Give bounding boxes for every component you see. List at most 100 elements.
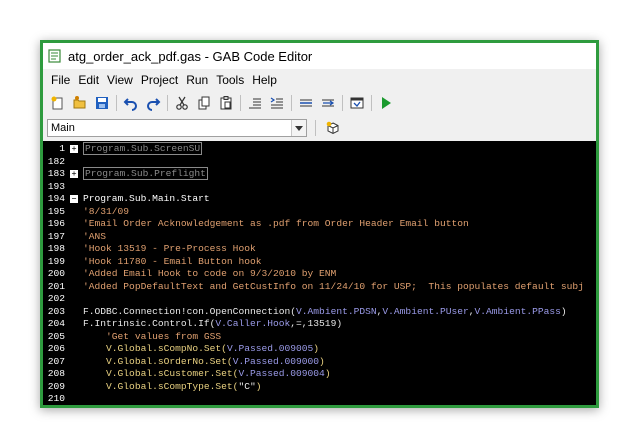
line-number: 208 [47, 368, 65, 379]
code-text: 'Hook 13519 - Pre-Process Hook [83, 243, 256, 256]
line-number: 183 [47, 168, 65, 179]
add-procedure-button[interactable] [322, 118, 344, 138]
code-text: Program.Sub.Preflight [83, 167, 208, 181]
line-number: 205 [47, 330, 65, 342]
window-title: atg_order_ack_pdf.gas - GAB Code Editor [68, 48, 313, 64]
code-line[interactable]: 193 [43, 181, 596, 194]
code-line[interactable]: 199 'Hook 11780 - Email Button hook [43, 256, 596, 269]
code-token: V.Global.sCompType.Set( [83, 380, 239, 392]
code-line[interactable]: 196 'Email Order Acknowledgement as .pdf … [43, 218, 596, 231]
menu-help[interactable]: Help [248, 73, 281, 87]
menu-view[interactable]: View [103, 73, 137, 87]
code-line[interactable]: 207 V.Global.sOrderNo.Set(V.Passed.00900… [43, 356, 596, 369]
code-token: 'Added Email Hook to code on 9/3/2010 by… [83, 268, 337, 279]
menu-run[interactable]: Run [182, 73, 212, 87]
menu-tools[interactable]: Tools [212, 73, 248, 87]
code-line[interactable]: 194− Program.Sub.Main.Start [43, 193, 596, 206]
code-token: 'Get values from GSS [83, 330, 222, 342]
code-editor[interactable]: 1 + Program.Sub.ScreenSU 182 183 + Program.Sub… [43, 141, 596, 405]
code-text: 'Added Email Hook to code on 9/3/2010 by… [83, 268, 336, 281]
code-line[interactable]: 210 [43, 393, 596, 405]
code-line[interactable]: 1 + Program.Sub.ScreenSU [43, 142, 596, 156]
code-text: V.Global.sCompType.Set("C") [83, 380, 261, 394]
code-line[interactable]: 201 'Added PopDefaultText and GetCustInfo… [43, 281, 596, 294]
open-icon [73, 96, 86, 109]
line-number: 1 [59, 143, 65, 154]
undo-icon [123, 98, 137, 111]
toolbar-separator [167, 95, 168, 111]
code-token: V.Ambient.PUser [382, 305, 469, 317]
line-number: 195 [47, 205, 65, 217]
code-text: V.Global.sOrderNo.Set(V.Passed.009000) [83, 356, 325, 369]
properties-button[interactable] [346, 93, 368, 113]
open-button[interactable] [69, 93, 91, 113]
line-number: 197 [47, 230, 65, 242]
code-line[interactable]: 200 'Added Email Hook to code on 9/3/2010… [43, 268, 596, 281]
menu-edit[interactable]: Edit [74, 73, 103, 87]
undo-button[interactable] [120, 93, 142, 113]
code-line[interactable]: 205 'Get values from GSS [43, 331, 596, 344]
redo-button[interactable] [142, 93, 164, 113]
uncomment-button[interactable] [317, 93, 339, 113]
toolbar-separator [240, 95, 241, 111]
menu-project[interactable]: Project [137, 73, 182, 87]
code-text: 'Email Order Acknowledgement as .pdf fro… [83, 218, 469, 231]
code-token: V.Passed.009004 [238, 368, 325, 379]
code-line[interactable]: 198 'Hook 13519 - Pre-Process Hook [43, 243, 596, 256]
code-token: ,=,13519) [290, 318, 343, 329]
line-number: 196 [47, 218, 65, 229]
code-line[interactable]: 204 F.Intrinsic.Control.If(V.Caller.Hook,… [43, 318, 596, 331]
outdent-button[interactable] [244, 93, 266, 113]
paste-button[interactable] [215, 93, 237, 113]
line-number: 204 [47, 318, 65, 329]
procedure-select[interactable]: Main [47, 119, 307, 137]
menu-file[interactable]: File [47, 73, 74, 87]
code-token: ) [319, 355, 325, 367]
code-token: F.ODBC.Connection!con.OpenConnection( [83, 305, 297, 317]
code-text: '8/31/09 [83, 206, 129, 219]
new-button[interactable] [47, 93, 69, 113]
line-number: 200 [47, 268, 65, 279]
redo-icon [147, 98, 161, 111]
code-token: "C" [238, 380, 256, 392]
save-button[interactable] [91, 93, 113, 113]
code-token: 'Email Order Acknowledgement as .pdf fro… [83, 218, 469, 229]
code-text: V.Global.sCustomer.Set(V.Passed.009004) [83, 368, 331, 381]
code-line[interactable]: 206 V.Global.sCompNo.Set(V.Passed.009005… [43, 343, 596, 356]
code-token: ) [324, 368, 331, 379]
code-line[interactable]: 202 [43, 293, 596, 306]
code-line[interactable]: 203 F.ODBC.Connection!con.OpenConnection(… [43, 306, 596, 319]
cube-add-icon [326, 121, 339, 135]
new-icon [51, 96, 63, 110]
line-number: 206 [47, 343, 65, 354]
line-number: 209 [47, 380, 65, 392]
code-line[interactable]: 208 V.Global.sCustomer.Set(V.Passed.0090… [43, 368, 596, 381]
run-button[interactable] [375, 93, 397, 113]
code-line[interactable]: 183 + Program.Sub.Preflight [43, 167, 596, 181]
comment-icon [300, 99, 312, 107]
toolbar-separator [342, 95, 343, 111]
code-token: 'Hook 11780 - Email Button hook [83, 255, 262, 267]
indent-button[interactable] [266, 93, 288, 113]
copy-button[interactable] [193, 93, 215, 113]
code-token: Program.Sub.Main.Start [83, 193, 210, 204]
code-token: Program.Sub.Preflight [83, 167, 208, 180]
expand-icon[interactable]: + [70, 170, 78, 178]
chevron-down-icon[interactable] [291, 120, 306, 136]
collapse-icon[interactable]: − [70, 195, 78, 203]
expand-icon[interactable]: + [70, 145, 78, 153]
code-text: Program.Sub.Main.Start [83, 193, 210, 206]
code-line[interactable]: 195 '8/31/09 [43, 206, 596, 219]
editor-window: atg_order_ack_pdf.gas - GAB Code Editor … [40, 40, 599, 408]
code-line[interactable]: 209 V.Global.sCompType.Set("C") [43, 381, 596, 394]
save-icon [96, 97, 108, 109]
code-line[interactable]: 197 'ANS [43, 231, 596, 244]
cut-button[interactable] [171, 93, 193, 113]
comment-button[interactable] [295, 93, 317, 113]
code-text: 'Get values from GSS [83, 331, 221, 344]
code-token: V.Passed.009005 [226, 343, 314, 354]
line-number: 202 [47, 293, 65, 304]
menu-bar: File Edit View Project Run Tools Help [43, 69, 596, 91]
code-token: V.Global.sCompNo.Set( [83, 343, 227, 354]
code-token: ) [560, 305, 567, 317]
